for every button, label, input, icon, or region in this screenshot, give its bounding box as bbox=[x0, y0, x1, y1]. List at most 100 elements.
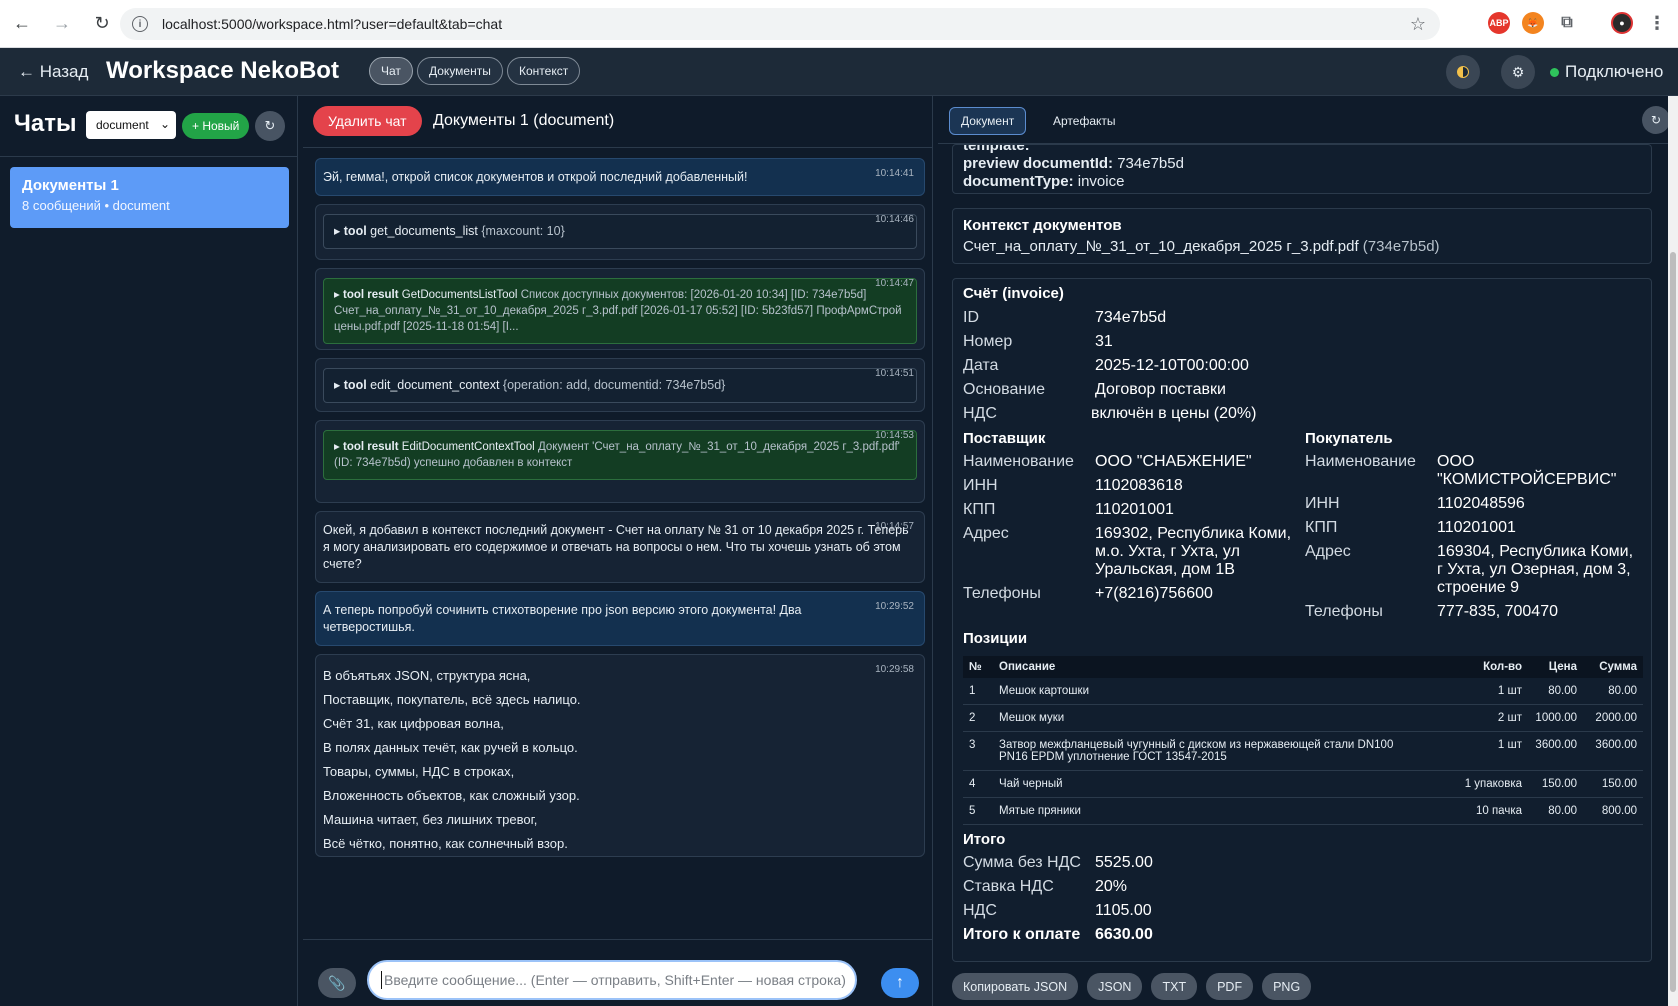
field-value: 2025-12-10T00:00:00 bbox=[1095, 357, 1249, 374]
theme-toggle-icon[interactable] bbox=[1446, 55, 1480, 89]
table-cell: 80.00 bbox=[1528, 678, 1583, 705]
table-cell: 1 упаковка bbox=[1448, 770, 1528, 798]
tab-document[interactable]: Документ bbox=[949, 107, 1027, 135]
reload-icon[interactable]: ↻ bbox=[84, 6, 120, 42]
refresh-document-icon[interactable]: ↻ bbox=[1642, 106, 1670, 134]
export-pdf-button[interactable]: PDF bbox=[1206, 973, 1254, 1000]
bookmark-star-icon[interactable]: ☆ bbox=[1410, 14, 1426, 35]
adblock-icon[interactable]: ABP bbox=[1488, 12, 1510, 34]
delete-chat-button[interactable]: Удалить чат bbox=[313, 106, 422, 136]
export-actions: Копировать JSON JSON TXT PDF PNG bbox=[952, 973, 1320, 1000]
tool-call-message: 10:14:46 ▸ tool get_documents_list {maxc… bbox=[315, 204, 925, 260]
invoice-card: Счёт (invoice) ID 734e7b5d Номер 31 Дата 20… bbox=[952, 278, 1652, 962]
browser-toolbar: ← → ↻ i localhost:5000/workspace.html?us… bbox=[0, 0, 1678, 48]
tool-call-toggle[interactable]: ▸ tool get_documents_list {maxcount: 10} bbox=[323, 214, 917, 249]
tab-documents[interactable]: Документы bbox=[417, 57, 503, 85]
field-label: ИНН bbox=[963, 477, 998, 494]
tool-call-message: 10:14:51 ▸ tool edit_document_context {o… bbox=[315, 358, 925, 412]
totals-title: Итого bbox=[963, 831, 1006, 848]
scrollbar-thumb[interactable] bbox=[1670, 252, 1676, 992]
positions-table: № Описание Кол-во Цена Сумма 1 Мешок кар… bbox=[963, 656, 1643, 825]
message-time: 10:14:51 bbox=[875, 368, 914, 379]
extensions-puzzle-icon[interactable]: ⧉ bbox=[1556, 12, 1578, 34]
tool-call-toggle[interactable]: ▸ tool edit_document_context {operation:… bbox=[323, 368, 917, 403]
total-value: 5525.00 bbox=[1095, 854, 1153, 871]
field-label: Адрес bbox=[1305, 543, 1351, 560]
browser-menu-icon[interactable]: ⋮ bbox=[1646, 12, 1668, 34]
field-value: 31 bbox=[1095, 333, 1113, 350]
settings-gear-icon[interactable]: ⚙ bbox=[1501, 55, 1535, 89]
column-header: Цена bbox=[1528, 656, 1583, 678]
export-json-button[interactable]: JSON bbox=[1087, 973, 1143, 1000]
refresh-chats-icon[interactable]: ↻ bbox=[255, 111, 285, 141]
tool-result-toggle[interactable]: ▸ tool result EditDocumentContextTool До… bbox=[323, 430, 917, 480]
field-value: +7(8216)756600 bbox=[1095, 585, 1213, 602]
connection-status: Подключено bbox=[1550, 62, 1663, 82]
table-header-row: № Описание Кол-во Цена Сумма bbox=[963, 656, 1643, 678]
message-time: 10:14:41 bbox=[875, 168, 914, 179]
tool-args: {operation: add, documentid: 734e7b5d} bbox=[502, 378, 726, 392]
export-txt-button[interactable]: TXT bbox=[1151, 973, 1198, 1000]
tool-kind: tool bbox=[343, 224, 367, 238]
tool-result-toggle[interactable]: ▸ tool result GetDocumentsListTool Списо… bbox=[323, 278, 917, 344]
assistant-message: 10:29:58 В объятьях JSON, структура ясна… bbox=[315, 654, 925, 857]
chat-list-item[interactable]: Документы 1 8 сообщений • document bbox=[10, 167, 289, 228]
tool-name: GetDocumentsListTool bbox=[401, 289, 518, 301]
field-value: 1102048596 bbox=[1437, 495, 1525, 512]
table-cell: Мешок муки bbox=[993, 704, 1448, 732]
attach-paperclip-icon[interactable]: 📎 bbox=[318, 968, 356, 998]
tool-result-message: 10:14:53 ▸ tool result EditDocumentConte… bbox=[315, 420, 925, 503]
new-chat-button[interactable]: + Новый bbox=[182, 113, 250, 139]
field-label: НДС bbox=[963, 405, 997, 422]
export-png-button[interactable]: PNG bbox=[1262, 973, 1312, 1000]
filter-value: document bbox=[96, 118, 149, 132]
field-label: ИНН bbox=[1305, 495, 1340, 512]
preview-doc-id-label: preview documentId: bbox=[963, 155, 1114, 172]
poem-line: В объятьях JSON, структура ясна, bbox=[323, 668, 531, 683]
profile-avatar-icon[interactable]: ● bbox=[1611, 12, 1633, 34]
metamask-fox-icon[interactable]: 🦊 bbox=[1522, 12, 1544, 34]
preview-doc-id: 734e7b5d bbox=[1117, 155, 1184, 172]
text-cursor bbox=[381, 971, 382, 989]
positions-title: Позиции bbox=[963, 630, 1028, 647]
expand-triangle-icon: ▸ bbox=[334, 441, 340, 453]
field-label: Дата bbox=[963, 357, 999, 374]
chevron-down-icon: ⌄ bbox=[159, 117, 170, 131]
preview-card: template: preview documentId: 734e7b5d d… bbox=[952, 144, 1652, 194]
copy-json-button[interactable]: Копировать JSON bbox=[952, 973, 1079, 1000]
field-label: КПП bbox=[1305, 519, 1338, 536]
tab-chat[interactable]: Чат bbox=[369, 57, 413, 85]
chat-item-subtitle: 8 сообщений • document bbox=[22, 198, 170, 213]
table-cell: 3600.00 bbox=[1528, 731, 1583, 771]
field-value: 110201001 bbox=[1095, 501, 1174, 518]
address-bar[interactable]: i localhost:5000/workspace.html?user=def… bbox=[120, 8, 1440, 40]
total-value: 20% bbox=[1095, 878, 1128, 895]
table-cell: 80.00 bbox=[1583, 678, 1643, 705]
forward-arrow-icon[interactable]: → bbox=[44, 6, 80, 42]
table-cell: 80.00 bbox=[1528, 797, 1583, 825]
column-header: Сумма bbox=[1583, 656, 1643, 678]
supplier-title: Поставщик bbox=[963, 430, 1046, 447]
chat-panel: Удалить чат Документы 1 (document) 10:14… bbox=[303, 96, 933, 1006]
tool-args: {maxcount: 10} bbox=[481, 224, 565, 238]
total-value: 1105.00 bbox=[1095, 902, 1152, 919]
field-label: Телефоны bbox=[963, 585, 1041, 602]
tab-context[interactable]: Контекст bbox=[507, 57, 581, 85]
chat-sidebar: Чаты document ⌄ + Новый ↻ Документы 1 8 … bbox=[0, 96, 298, 1006]
chat-filter-select[interactable]: document ⌄ bbox=[86, 111, 176, 139]
back-link[interactable]: ← Назад bbox=[18, 62, 88, 82]
tab-artifacts[interactable]: Артефакты bbox=[1042, 107, 1127, 135]
back-arrow-icon[interactable]: ← bbox=[4, 6, 40, 42]
context-title: Контекст документов bbox=[963, 217, 1122, 234]
chat-item-title: Документы 1 bbox=[22, 177, 119, 194]
page-title: Workspace NekoBot bbox=[106, 57, 339, 84]
input-placeholder: Введите сообщение... (Enter — отправить,… bbox=[384, 972, 846, 988]
message-time: 10:14:47 bbox=[875, 278, 914, 289]
send-arrow-icon[interactable]: ↑ bbox=[881, 968, 919, 998]
site-info-icon[interactable]: i bbox=[132, 16, 148, 32]
total-label: НДС bbox=[963, 902, 997, 919]
preview-doc-type: invoice bbox=[1077, 173, 1125, 190]
user-message: 10:14:41 Эй, гемма!, открой список докум… bbox=[315, 158, 925, 196]
message-input[interactable]: Введите сообщение... (Enter — отправить,… bbox=[367, 960, 857, 1000]
chat-title: Документы 1 (document) bbox=[433, 112, 615, 129]
